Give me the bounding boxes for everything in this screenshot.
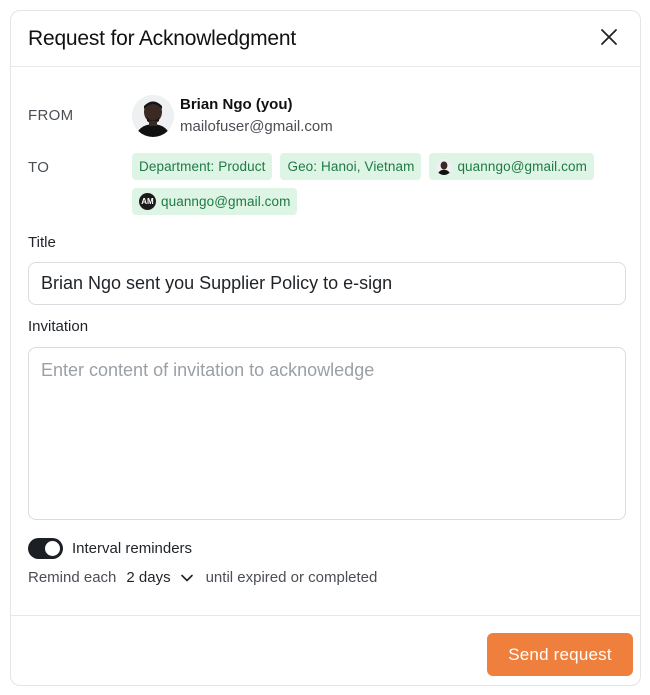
recipient-avatar (436, 158, 453, 175)
close-icon (601, 28, 617, 45)
recipient-initials-avatar: AM (139, 193, 156, 210)
remind-suffix: until expired or completed (205, 569, 378, 586)
chip-label: Geo: Hanoi, Vietnam (287, 159, 415, 174)
chip-label: quanngo@gmail.com (161, 194, 291, 209)
dialog-title: Request for Acknowledgment (28, 26, 296, 50)
dialog-footer: Send request (11, 615, 640, 685)
remind-interval-row: Remind each 2 days until expired or comp… (28, 569, 377, 586)
chip-label: quanngo@gmail.com (457, 159, 587, 174)
chevron-down-icon (180, 574, 193, 582)
invitation-textarea[interactable] (28, 347, 626, 520)
interval-reminders-toggle[interactable] (28, 538, 63, 559)
send-request-button[interactable]: Send request (487, 633, 633, 676)
recipient-chip-user-initials[interactable]: AM quanngo@gmail.com (132, 188, 298, 215)
from-label: FROM (28, 107, 74, 124)
sender: Brian Ngo (you) mailofuser@gmail.com (132, 95, 333, 137)
acknowledgment-dialog: Request for Acknowledgment FROM Brian Ng… (10, 10, 641, 686)
sender-email: mailofuser@gmail.com (180, 118, 333, 135)
recipient-chips: Department: Product Geo: Hanoi, Vietnam … (132, 153, 612, 215)
chip-label: Department: Product (139, 159, 266, 174)
recipient-chip-department[interactable]: Department: Product (132, 153, 273, 180)
invitation-label: Invitation (28, 318, 89, 335)
interval-reminders-row: Interval reminders (28, 538, 192, 559)
person-avatar-icon (132, 95, 174, 137)
recipient-chip-geo[interactable]: Geo: Hanoi, Vietnam (280, 153, 422, 180)
remind-interval-select[interactable]: 2 days (126, 569, 193, 586)
remind-each-label: Remind each (28, 569, 117, 586)
toggle-knob (45, 541, 60, 556)
interval-reminders-label: Interval reminders (72, 540, 193, 557)
person-avatar-icon (436, 158, 453, 175)
close-button[interactable] (596, 24, 622, 50)
dialog-header: Request for Acknowledgment (11, 11, 640, 67)
sender-info: Brian Ngo (you) mailofuser@gmail.com (180, 95, 333, 137)
to-label: TO (28, 159, 50, 176)
title-label: Title (28, 234, 56, 251)
sender-name: Brian Ngo (you) (180, 96, 293, 113)
title-input[interactable] (28, 262, 626, 305)
recipient-chip-user[interactable]: quanngo@gmail.com (429, 153, 594, 180)
remind-interval-value: 2 days (126, 569, 171, 586)
sender-avatar (132, 95, 174, 137)
